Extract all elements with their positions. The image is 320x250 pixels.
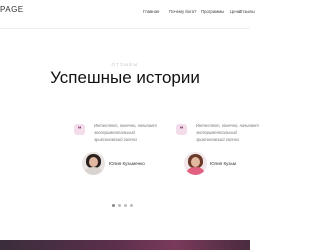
nav-item-home[interactable]: Главная	[143, 9, 159, 14]
nav-item-programs[interactable]: Программы	[201, 9, 224, 14]
avatar	[184, 152, 207, 175]
quote-icon: ❝	[74, 124, 85, 135]
main-nav: Главная Почему йога? Программы Цены Отзы…	[0, 9, 255, 17]
header-divider	[0, 28, 250, 29]
avatar	[82, 152, 105, 175]
testimonial-card: ❝ Интеллект, конечно, начинает экспериме…	[176, 116, 259, 186]
nav-item-reviews[interactable]: Отзывы	[239, 9, 255, 14]
top-navbar: PAGE Главная Почему йога? Программы Цены…	[0, 0, 255, 24]
quote-icon: ❝	[176, 124, 187, 135]
carousel-dot[interactable]	[112, 204, 115, 207]
carousel-dot[interactable]	[124, 204, 127, 207]
carousel-dot[interactable]	[118, 204, 121, 207]
testimonial-name: Юлия Кузьменко	[109, 161, 145, 166]
carousel-dots	[112, 204, 142, 208]
next-section-banner	[0, 240, 250, 250]
section-title: Успешные истории	[50, 68, 200, 87]
nav-item-why-yoga[interactable]: Почему йога?	[169, 9, 196, 14]
testimonial-card: ❝ Интеллект, конечно, начинает экспериме…	[74, 116, 174, 186]
section-label: ОТЗЫВЫ	[111, 62, 139, 67]
testimonial-name: Юлия Кузьм	[210, 161, 237, 166]
carousel-dot[interactable]	[130, 204, 133, 207]
testimonial-text: Интеллект, конечно, начинает эксперимент…	[196, 123, 259, 142]
testimonial-text: Интеллект, конечно, начинает эксперимент…	[94, 123, 157, 142]
